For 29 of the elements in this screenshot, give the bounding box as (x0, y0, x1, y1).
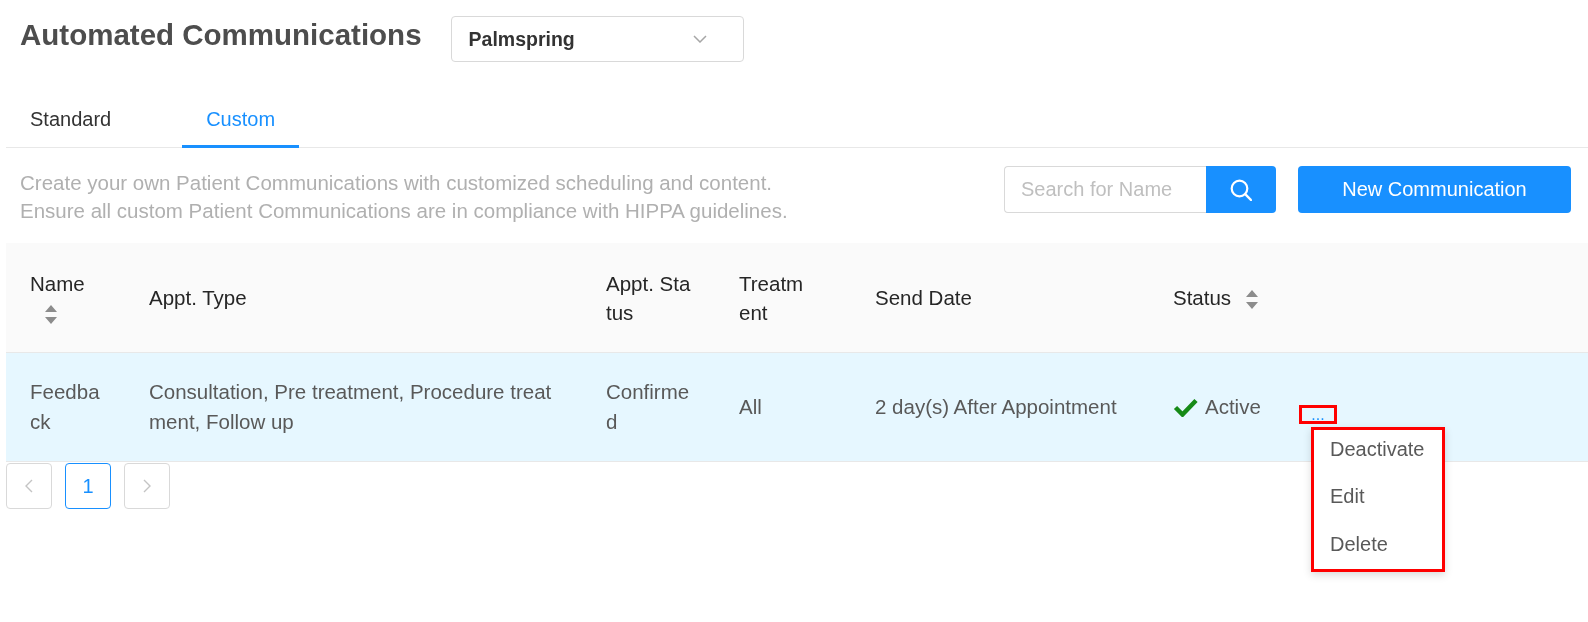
description-text: Ensure all custom Patient Communications are in compliance with HIPPA guidelines. (20, 198, 788, 224)
chevron-right-icon (143, 479, 151, 493)
column-header[interactable]: Status (1173, 283, 1259, 312)
table-cell-text: Confirmed (606, 379, 691, 435)
search-field[interactable]: Search for Name (1004, 166, 1206, 213)
chevron-left-icon (25, 479, 33, 493)
column-header: Appt. Status (606, 270, 692, 326)
status-text: Active (1205, 395, 1261, 419)
search-icon (1230, 178, 1252, 201)
sort-icon[interactable] (1246, 290, 1259, 310)
column-header: Appt. Type (149, 285, 247, 311)
description-text: Create your own Patient Communications with customized scheduling and content. (20, 170, 774, 196)
sort-icon[interactable] (45, 304, 57, 324)
check-icon (1173, 397, 1198, 417)
menu-item[interactable]: Edit (1314, 477, 1442, 515)
page-title: Automated Communications (20, 17, 422, 53)
location-select[interactable]: Palmspring (450, 16, 744, 62)
tab[interactable]: Standard (6, 93, 136, 148)
column-header: Treatment (739, 270, 805, 326)
search-button[interactable] (1206, 166, 1276, 213)
table-cell-text: 2 day(s) After Appointment (875, 394, 1117, 420)
column-header[interactable]: Name (30, 268, 104, 327)
table-cell-text: Consultation, Pre treatment, Procedure treatment, Follow up (149, 379, 553, 435)
table-cell-text: All (739, 394, 763, 420)
table-cell-text: Feedback (30, 379, 101, 435)
chevron-down-icon (692, 35, 707, 43)
column-header: Send Date (875, 285, 972, 311)
menu-item[interactable]: Deactivate (1314, 429, 1442, 468)
menu-item[interactable]: Delete (1314, 524, 1442, 563)
